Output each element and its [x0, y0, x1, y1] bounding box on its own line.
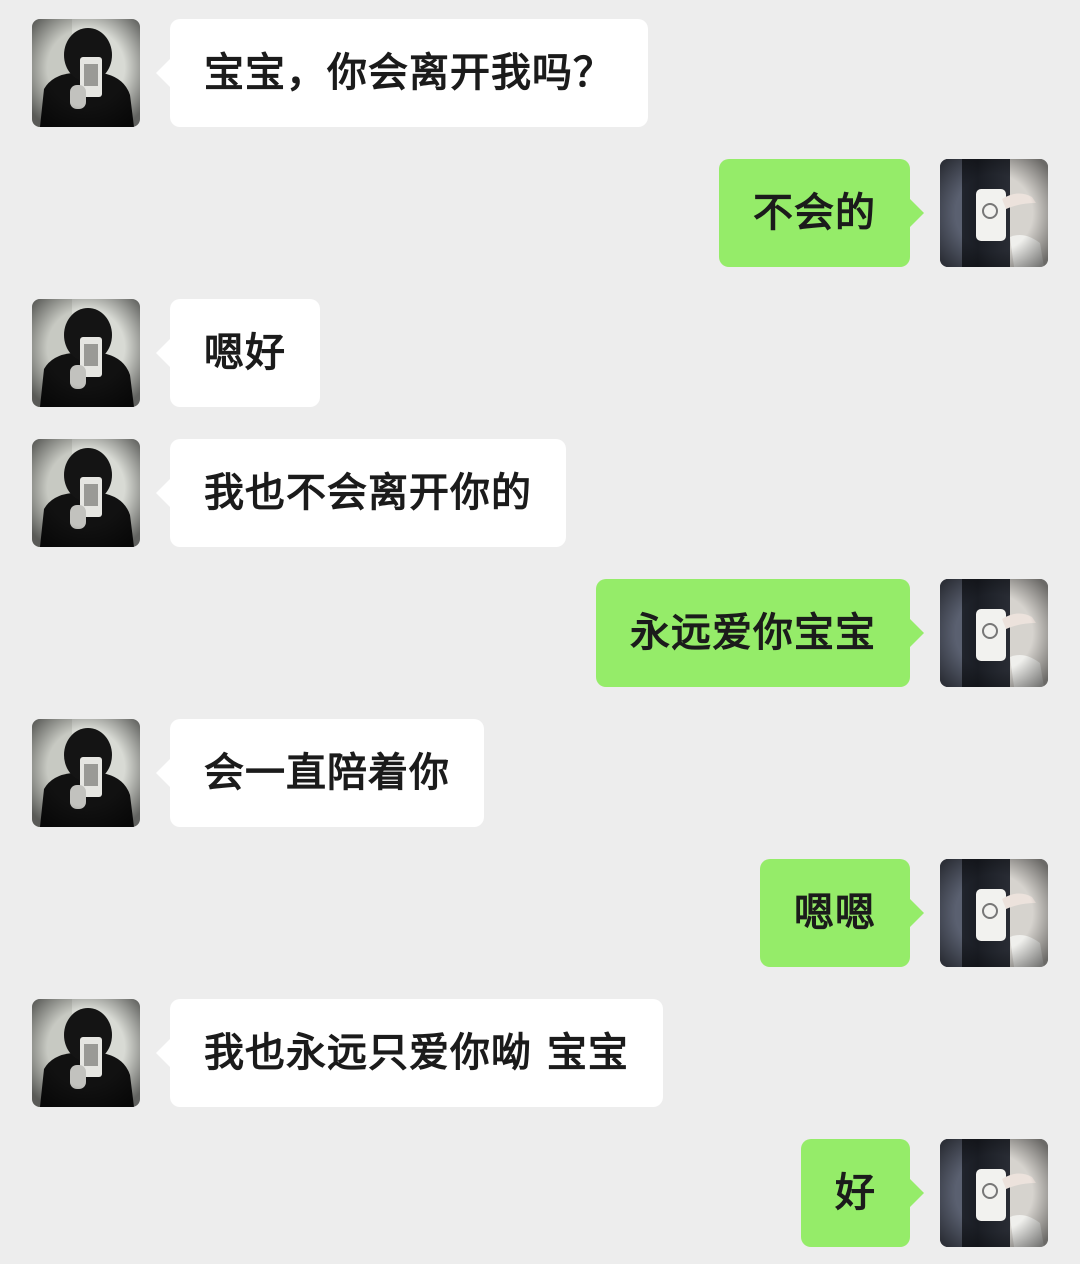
message-row-outgoing: 好 — [0, 1139, 1080, 1247]
avatar-other-icon[interactable] — [32, 299, 140, 407]
chat-message-list[interactable]: 宝宝，你会离开我吗？ 不会的 嗯好 我也不会离开你的 永远爱你宝宝 会一直陪着你… — [0, 0, 1080, 1264]
avatar-other-icon[interactable] — [32, 999, 140, 1107]
message-row-incoming: 我也不会离开你的 — [0, 439, 1080, 547]
message-bubble-outgoing[interactable]: 嗯嗯 — [760, 859, 924, 967]
avatar-other-icon[interactable] — [32, 719, 140, 827]
message-bubble-incoming[interactable]: 宝宝，你会离开我吗？ — [156, 19, 648, 127]
message-bubble-incoming[interactable]: 嗯好 — [156, 299, 320, 407]
avatar-other-icon[interactable] — [32, 439, 140, 547]
message-bubble-incoming[interactable]: 我也不会离开你的 — [156, 439, 566, 547]
message-bubble-incoming[interactable]: 会一直陪着你 — [156, 719, 484, 827]
message-bubble-outgoing[interactable]: 永远爱你宝宝 — [596, 579, 924, 687]
avatar-self-icon[interactable] — [940, 1139, 1048, 1247]
message-row-outgoing: 永远爱你宝宝 — [0, 579, 1080, 687]
message-row-incoming: 会一直陪着你 — [0, 719, 1080, 827]
message-bubble-outgoing[interactable]: 好 — [801, 1139, 924, 1247]
message-row-outgoing: 不会的 — [0, 159, 1080, 267]
message-row-incoming: 我也永远只爱你呦 宝宝 — [0, 999, 1080, 1107]
message-bubble-outgoing[interactable]: 不会的 — [719, 159, 924, 267]
message-bubble-incoming[interactable]: 我也永远只爱你呦 宝宝 — [156, 999, 663, 1107]
message-row-outgoing: 嗯嗯 — [0, 859, 1080, 967]
message-row-incoming: 宝宝，你会离开我吗？ — [0, 19, 1080, 127]
message-row-incoming: 嗯好 — [0, 299, 1080, 407]
avatar-self-icon[interactable] — [940, 159, 1048, 267]
avatar-other-icon[interactable] — [32, 19, 140, 127]
avatar-self-icon[interactable] — [940, 859, 1048, 967]
avatar-self-icon[interactable] — [940, 579, 1048, 687]
